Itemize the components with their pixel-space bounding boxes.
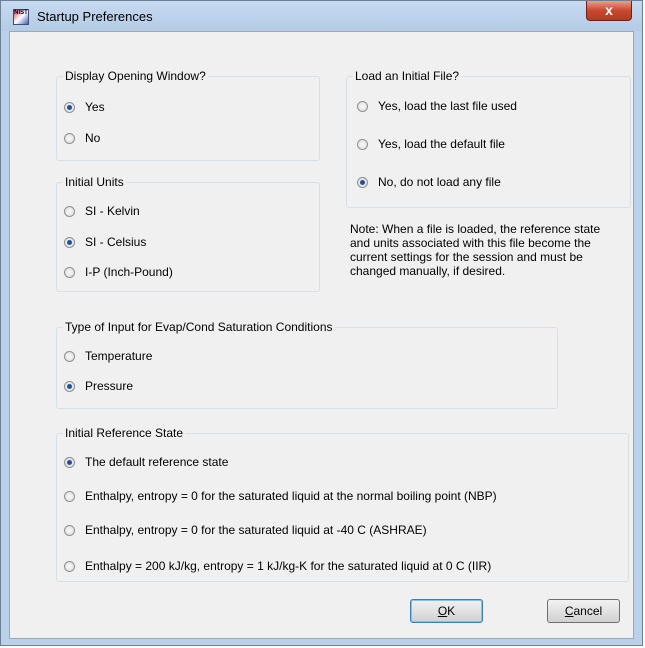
radio-unselected-icon xyxy=(64,560,75,572)
input-pressure-radio[interactable]: Pressure xyxy=(64,379,133,393)
input-type-group: Type of Input for Evap/Cond Saturation C… xyxy=(56,320,558,409)
cancel-button[interactable]: Cancel xyxy=(547,599,620,623)
radio-label: SI - Kelvin xyxy=(85,204,140,218)
ok-mnemonic: O xyxy=(437,604,448,618)
input-temperature-radio[interactable]: Temperature xyxy=(64,349,152,363)
display-opening-no-radio[interactable]: No xyxy=(64,131,100,145)
units-si-celsius-radio[interactable]: SI - Celsius xyxy=(64,235,146,249)
reference-state-group: Initial Reference State The default refe… xyxy=(56,426,629,582)
radio-unselected-icon xyxy=(64,132,75,144)
cancel-label-rest: ancel xyxy=(573,604,603,618)
radio-selected-icon xyxy=(64,101,75,113)
ref-default-radio[interactable]: The default reference state xyxy=(64,455,228,469)
radio-unselected-icon xyxy=(64,350,75,362)
window-title: Startup Preferences xyxy=(37,9,153,24)
note-text: Note: When a file is loaded, the referen… xyxy=(350,222,601,278)
radio-label: Yes, load the last file used xyxy=(378,99,517,113)
radio-unselected-icon xyxy=(357,138,368,150)
ref-iir-radio[interactable]: Enthalpy = 200 kJ/kg, entropy = 1 kJ/kg-… xyxy=(64,559,491,573)
load-file-legend: Load an Initial File? xyxy=(353,69,462,83)
radio-label: Enthalpy = 200 kJ/kg, entropy = 1 kJ/kg-… xyxy=(85,559,492,573)
display-opening-group: Display Opening Window? Yes No xyxy=(56,69,320,161)
reference-state-legend: Initial Reference State xyxy=(63,426,186,440)
initial-units-group: Initial Units SI - Kelvin SI - Celsius I… xyxy=(56,175,320,292)
radio-label: Yes xyxy=(85,100,105,114)
radio-unselected-icon xyxy=(357,100,368,112)
radio-label: No xyxy=(85,131,101,145)
radio-unselected-icon xyxy=(64,490,75,502)
radio-label: No, do not load any file xyxy=(378,175,501,189)
radio-label: Temperature xyxy=(85,349,153,363)
initial-units-legend: Initial Units xyxy=(63,175,126,189)
radio-label: Enthalpy, entropy = 0 for the saturated … xyxy=(85,523,427,537)
units-ip-radio[interactable]: I-P (Inch-Pound) xyxy=(64,265,173,279)
radio-label: The default reference state xyxy=(85,455,229,469)
title-bar[interactable]: NIST Startup Preferences x xyxy=(1,1,642,31)
radio-label: Yes, load the default file xyxy=(378,137,505,151)
load-file-group: Load an Initial File? Yes, load the last… xyxy=(346,69,631,208)
ref-nbp-radio[interactable]: Enthalpy, entropy = 0 for the saturated … xyxy=(64,489,497,503)
radio-unselected-icon xyxy=(64,205,75,217)
radio-selected-icon xyxy=(64,380,75,392)
radio-label: I-P (Inch-Pound) xyxy=(85,265,173,279)
dialog-client: Display Opening Window? Yes No Load an I… xyxy=(9,31,634,639)
app-icon: NIST xyxy=(13,9,29,25)
startup-preferences-window: NIST Startup Preferences x Display Openi… xyxy=(0,0,643,646)
ref-ashrae-radio[interactable]: Enthalpy, entropy = 0 for the saturated … xyxy=(64,523,427,537)
units-si-kelvin-radio[interactable]: SI - Kelvin xyxy=(64,204,140,218)
radio-unselected-icon xyxy=(64,524,75,536)
load-no-file-radio[interactable]: No, do not load any file xyxy=(357,175,501,189)
radio-selected-icon xyxy=(64,236,75,248)
radio-label: Enthalpy, entropy = 0 for the saturated … xyxy=(85,489,497,503)
ok-button[interactable]: OK xyxy=(410,599,483,623)
radio-selected-icon xyxy=(64,456,75,468)
display-opening-legend: Display Opening Window? xyxy=(63,69,208,83)
display-opening-yes-radio[interactable]: Yes xyxy=(64,100,105,114)
input-type-legend: Type of Input for Evap/Cond Saturation C… xyxy=(63,320,335,334)
radio-selected-icon xyxy=(357,176,368,188)
close-icon: x xyxy=(605,2,613,18)
radio-unselected-icon xyxy=(64,266,75,278)
radio-label: SI - Celsius xyxy=(85,235,147,249)
load-last-file-radio[interactable]: Yes, load the last file used xyxy=(357,99,517,113)
radio-label: Pressure xyxy=(85,379,134,393)
ok-label-rest: K xyxy=(447,604,456,618)
load-default-file-radio[interactable]: Yes, load the default file xyxy=(357,137,505,151)
close-button[interactable]: x xyxy=(586,1,632,21)
